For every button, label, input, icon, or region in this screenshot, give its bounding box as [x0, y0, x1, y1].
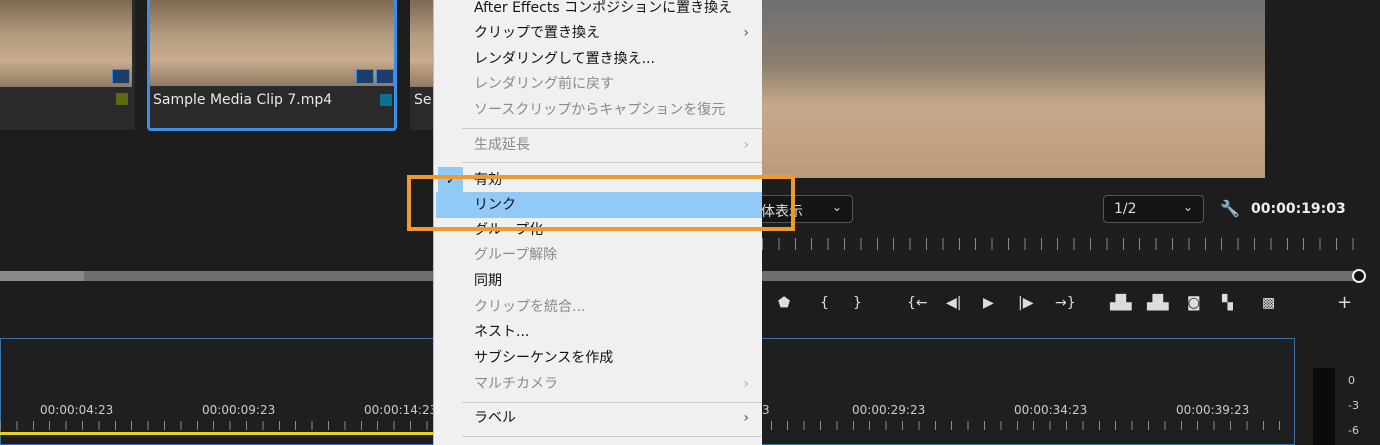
- wrench-icon[interactable]: 🔧: [1220, 199, 1240, 218]
- submenu-arrow-icon: ›: [743, 25, 749, 41]
- clip-name: Sample Media Clip 7.mp4: [153, 92, 333, 108]
- meter-label: -6: [1348, 424, 1359, 437]
- menu-item-multi-camera: マルチカメラ ›: [434, 371, 763, 397]
- submenu-arrow-icon: ›: [743, 410, 749, 426]
- clip-card[interactable]: Se: [410, 0, 435, 130]
- scrub-range: [0, 271, 84, 281]
- mark-out-icon[interactable]: }: [853, 295, 862, 311]
- resolution-value: 1/2: [1114, 201, 1137, 217]
- mark-in-icon[interactable]: {: [820, 295, 829, 311]
- menu-label: レンダリングして置き換え...: [474, 51, 655, 67]
- menu-label: 同期: [474, 273, 502, 289]
- vr-toggle-icon[interactable]: ▩: [1262, 295, 1275, 311]
- play-icon[interactable]: ▶: [983, 295, 994, 311]
- menu-label: ラベル: [474, 410, 516, 426]
- step-forward-icon[interactable]: |▶: [1018, 295, 1033, 311]
- resolution-dropdown[interactable]: 1/2 ⌄: [1103, 195, 1204, 223]
- menu-separator: [462, 436, 762, 437]
- menu-item-nest[interactable]: ネスト...: [434, 319, 763, 345]
- clip-card-selected[interactable]: Sample Media Clip 7.mp4: [147, 0, 397, 131]
- timeline-tick-label: 00:00:29:23: [852, 403, 926, 417]
- timeline-tick-label: 00:00:04:23: [40, 403, 114, 417]
- go-to-in-icon[interactable]: {←: [907, 295, 928, 311]
- timeline-tick-label: 00:00:09:23: [202, 403, 276, 417]
- meter-label: -3: [1348, 399, 1359, 412]
- clip-card[interactable]: [0, 0, 135, 130]
- menu-separator: [462, 162, 762, 163]
- sequence-icon: [112, 69, 130, 84]
- submenu-arrow-icon: ›: [743, 137, 749, 153]
- monitor-time-ruler[interactable]: [762, 238, 1362, 250]
- menu-separator: [462, 402, 762, 403]
- menu-item-restore-captions: ソースクリップからキャプションを復元: [434, 97, 763, 123]
- menu-label: レンダリング前に戻す: [474, 76, 614, 92]
- chevron-down-icon: ⌄: [1182, 200, 1193, 214]
- extract-icon[interactable]: ▟▙: [1147, 295, 1169, 311]
- menu-label: 生成延長: [474, 137, 530, 153]
- audio-meter: [1313, 368, 1335, 445]
- menu-label: サブシーケンスを作成: [474, 350, 614, 366]
- label-color-swatch: [380, 94, 392, 106]
- add-button-icon[interactable]: +: [1337, 292, 1352, 313]
- timeline-tick-label: 00:00:39:23: [1176, 403, 1250, 417]
- menu-item-ungroup: グループ解除: [434, 242, 763, 268]
- menu-separator: [462, 128, 762, 129]
- compare-view-icon[interactable]: ▚: [1222, 295, 1233, 311]
- menu-label: クリップを統合...: [474, 299, 586, 315]
- menu-item-restore-unrendered: レンダリング前に戻す: [434, 71, 763, 97]
- menu-label: マルチカメラ: [474, 376, 558, 392]
- camera-icon[interactable]: ◙: [1187, 295, 1201, 311]
- program-monitor-video: [762, 0, 1265, 178]
- menu-item-synchronize[interactable]: 同期: [434, 268, 763, 294]
- audio-icon: [376, 69, 394, 84]
- step-back-icon[interactable]: ◀|: [946, 295, 961, 311]
- video-icon: [356, 69, 374, 84]
- chevron-down-icon: ⌄: [831, 200, 842, 214]
- meter-label: 0: [1348, 374, 1355, 387]
- menu-label: After Effects コンポジションに置き換え: [474, 0, 733, 16]
- menu-item-replace-with-ae[interactable]: After Effects コンポジションに置き換え: [434, 0, 763, 21]
- clip-name: Se: [414, 92, 432, 108]
- menu-item-replace-with-clip[interactable]: クリップで置き換え ›: [434, 20, 763, 46]
- menu-item-generative-extend: 生成延長 ›: [434, 132, 763, 158]
- go-to-out-icon[interactable]: →}: [1055, 295, 1076, 311]
- label-color-swatch: [116, 93, 128, 105]
- menu-label: ネスト...: [474, 324, 530, 340]
- timeline-tick-label: 00:00:14:23: [364, 403, 438, 417]
- menu-item-label[interactable]: ラベル ›: [434, 405, 763, 431]
- playhead-handle[interactable]: [1352, 269, 1366, 283]
- playhead-timecode[interactable]: 00:00:19:03: [1251, 201, 1346, 217]
- work-area-bar[interactable]: [0, 432, 440, 435]
- menu-item-render-and-replace[interactable]: レンダリングして置き換え...: [434, 46, 763, 72]
- menu-label: グループ解除: [474, 247, 558, 263]
- menu-item-merge-clips: クリップを統合...: [434, 294, 763, 320]
- menu-label: クリップで置き換え: [474, 25, 600, 41]
- highlight-annotation-box: [407, 175, 795, 231]
- timeline-tick-label: 3: [762, 403, 770, 417]
- timeline-tick-label: 00:00:34:23: [1014, 403, 1088, 417]
- menu-item-make-subsequence[interactable]: サブシーケンスを作成: [434, 345, 763, 371]
- clip-thumbnail: [410, 0, 435, 87]
- menu-label: ソースクリップからキャプションを復元: [474, 102, 726, 118]
- add-marker-icon[interactable]: ⬟: [778, 295, 790, 311]
- submenu-arrow-icon: ›: [743, 376, 749, 392]
- lift-icon[interactable]: ▟▙: [1110, 295, 1132, 311]
